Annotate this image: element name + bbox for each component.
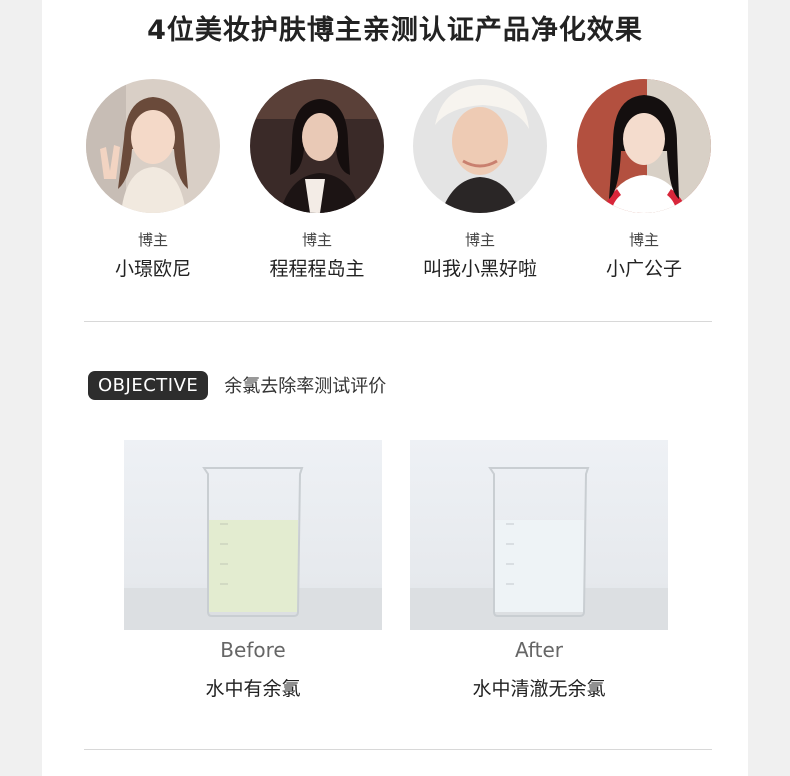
- liquid-fill: [494, 520, 584, 612]
- blogger-role: 博主: [628, 231, 659, 249]
- avatar: [86, 79, 220, 213]
- blogger-name: 小广公子: [605, 258, 682, 280]
- blogger-role: 博主: [301, 231, 332, 249]
- before-label: Before: [220, 638, 286, 662]
- content-panel: 4位美妆护肤博主亲测认证产品净化效果 博主 小璟欧尼 博主 程程程岛主 博主 叫…: [42, 0, 748, 776]
- avatar: [577, 79, 711, 213]
- blogger-card[interactable]: 博主 小广公子: [564, 79, 724, 281]
- before-beaker-photo: [124, 440, 382, 630]
- blogger-list: 博主 小璟欧尼 博主 程程程岛主 博主 叫我小黑好啦 博主 小广公子: [42, 79, 748, 289]
- page-title: 4位美妆护肤博主亲测认证产品净化效果: [147, 15, 643, 46]
- objective-header: OBJECTIVE 余氯去除率测试评价: [88, 370, 386, 400]
- blogger-role: 博主: [137, 231, 168, 249]
- before-description: 水中有余氯: [205, 678, 301, 700]
- blogger-card[interactable]: 博主 程程程岛主: [237, 79, 397, 281]
- after-beaker-photo: [410, 440, 668, 630]
- avatar: [413, 79, 547, 213]
- blogger-name: 程程程岛主: [269, 258, 365, 280]
- after-description: 水中清澈无余氯: [472, 678, 606, 700]
- blogger-name: 叫我小黑好啦: [422, 258, 537, 280]
- objective-badge: OBJECTIVE: [88, 370, 209, 400]
- section-divider: [84, 321, 712, 322]
- after-label: After: [514, 638, 564, 662]
- blogger-role: 博主: [464, 231, 495, 249]
- blogger-name: 小璟欧尼: [114, 258, 191, 280]
- blogger-card[interactable]: 博主 叫我小黑好啦: [400, 79, 560, 281]
- liquid-fill: [208, 520, 298, 612]
- avatar: [250, 79, 384, 213]
- section-divider: [84, 749, 712, 750]
- objective-text: 余氯去除率测试评价: [224, 376, 387, 397]
- blogger-card[interactable]: 博主 小璟欧尼: [73, 79, 233, 281]
